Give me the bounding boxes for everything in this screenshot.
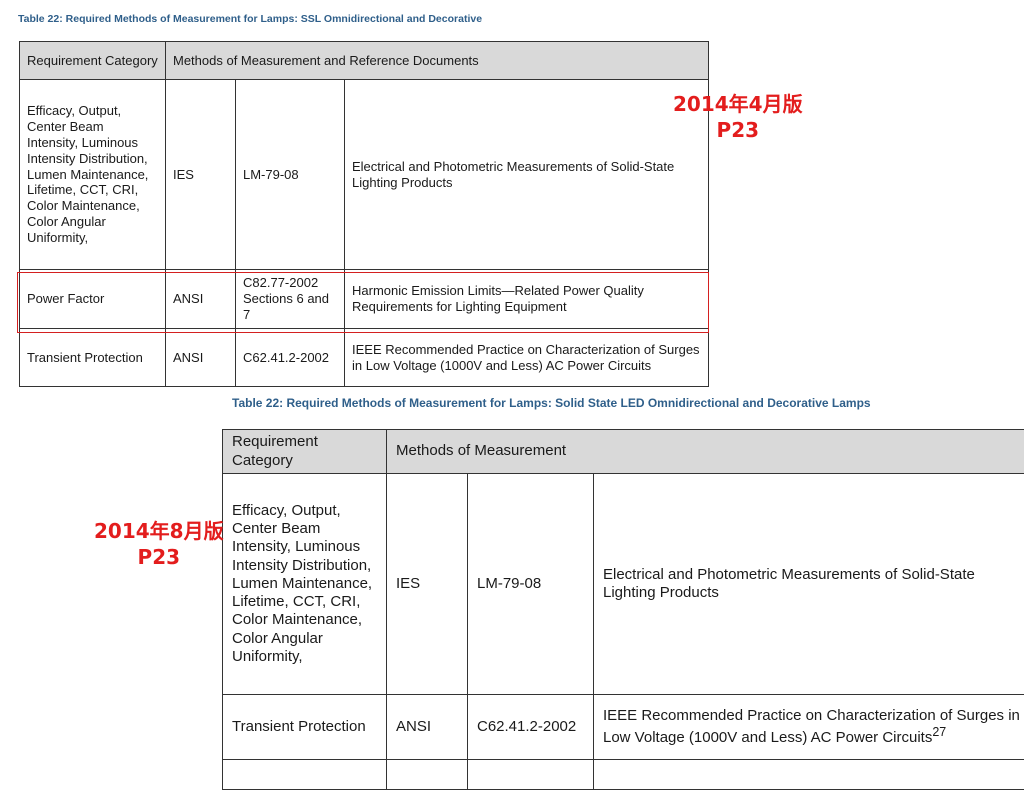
table1-cell-title: Harmonic Emission Limits—Related Power Q… [345,270,709,329]
table2-cell-empty [594,760,1024,790]
table2-cell-org: ANSI [387,695,468,760]
table2-header-row: Requirement Category Methods of Measurem… [223,430,1024,474]
table-row: Transient Protection ANSI C62.41.2-2002 … [223,695,1024,760]
table-row: Transient Protection ANSI C62.41.2-2002 … [20,329,709,387]
table2-cell-doc: C62.41.2-2002 [468,695,594,760]
table1-cell-doc: C62.41.2-2002 [236,329,345,387]
table1-header-requirement-category: Requirement Category [20,42,166,80]
table1-header-row: Requirement Category Methods of Measurem… [20,42,709,80]
table1-methods-of-measurement: Requirement Category Methods of Measurem… [19,41,709,387]
table2-cell-title: IEEE Recommended Practice on Characteriz… [594,695,1024,760]
table2-methods-of-measurement: Requirement Category Methods of Measurem… [222,429,1024,790]
footnote-marker: 27 [932,725,946,739]
table1-cell-category: Efficacy, Output, Center Beam Intensity,… [20,80,166,270]
table2-cell-empty [468,760,594,790]
table-row: Efficacy, Output, Center Beam Intensity,… [20,80,709,270]
table1-cell-category: Transient Protection [20,329,166,387]
table2-cell-doc: LM-79-08 [468,474,594,695]
table1-cell-org: IES [166,80,236,270]
table1-cell-title: Electrical and Photometric Measurements … [345,80,709,270]
table1-caption: Table 22: Required Methods of Measuremen… [18,13,482,25]
table2-title-text: IEEE Recommended Practice on Characteriz… [603,707,1020,746]
table2-cell-category: Efficacy, Output, Center Beam Intensity,… [223,474,387,695]
table1-cell-title: IEEE Recommended Practice on Characteriz… [345,329,709,387]
table1-header-methods: Methods of Measurement and Reference Doc… [166,42,709,80]
table1-cell-org: ANSI [166,329,236,387]
table2-cell-empty [223,760,387,790]
table-row [223,760,1024,790]
table2-cell-org: IES [387,474,468,695]
table2-header-requirement-category: Requirement Category [223,430,387,474]
table1-cell-org: ANSI [166,270,236,329]
april-edition-label: 2014年4月版 [673,91,803,117]
april-page-label: P23 [673,117,803,143]
table2-cell-title: Electrical and Photometric Measurements … [594,474,1024,695]
table1-cell-category: Power Factor [20,270,166,329]
august-edition-annotation: 2014年8月版 P23 [94,518,224,570]
table2-caption: Table 22: Required Methods of Measuremen… [232,396,871,410]
table1-cell-doc: C82.77-2002 Sections 6 and 7 [236,270,345,329]
table2-cell-empty [387,760,468,790]
table-row: Power Factor ANSI C82.77-2002 Sections 6… [20,270,709,329]
august-edition-label: 2014年8月版 [94,518,224,544]
table-row: Efficacy, Output, Center Beam Intensity,… [223,474,1024,695]
table2-header-methods: Methods of Measurement [387,430,1024,474]
table1-cell-doc: LM-79-08 [236,80,345,270]
april-edition-annotation: 2014年4月版 P23 [673,91,803,143]
table2-cell-category: Transient Protection [223,695,387,760]
august-page-label: P23 [94,544,224,570]
